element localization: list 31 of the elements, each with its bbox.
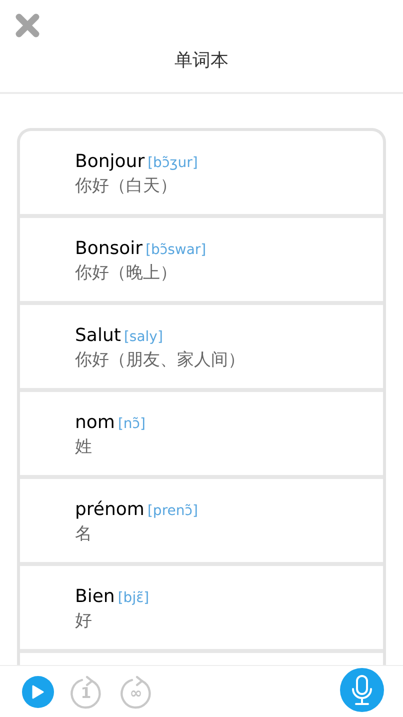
page-title: 单词本 (174, 48, 228, 72)
word-row[interactable]: nom [nɔ̃] 姓 (20, 392, 383, 479)
phonetic-text: [bɔ̃swar] (146, 241, 206, 260)
meaning-text: 你好（朋友、家人间） (75, 349, 246, 372)
word-text: Bien (75, 585, 115, 609)
phonetic-text: [prenɔ̃] (147, 502, 198, 521)
meaning-text: 姓 (75, 436, 93, 459)
play-button[interactable] (22, 676, 54, 708)
close-icon (15, 13, 40, 38)
meaning-text: 你好（晚上） (75, 262, 178, 285)
word-row[interactable]: Bien [bjɛ̃] 好 (20, 566, 383, 653)
close-button[interactable] (14, 12, 41, 39)
word-row[interactable]: Bonjour [bɔ̃ʒur] 你好（白天） (20, 131, 383, 218)
play-icon (32, 684, 44, 698)
word-row[interactable]: prénom [prenɔ̃] 名 (20, 479, 383, 566)
word-text: Bonsoir (75, 237, 143, 261)
word-text: Salut (75, 324, 121, 348)
phonetic-text: [bjɛ̃] (118, 589, 150, 608)
meaning-text: 名 (75, 523, 93, 546)
phonetic-text: [bɔ̃ʒur] (148, 154, 198, 173)
word-row[interactable]: Bonsoir [bɔ̃swar] 你好（晚上） (20, 218, 383, 305)
microphone-button[interactable] (340, 668, 384, 712)
phonetic-text: [nɔ̃] (118, 415, 146, 434)
word-text: Bonjour (75, 150, 145, 174)
word-text: prénom (75, 498, 144, 522)
meaning-text: 好 (75, 610, 93, 633)
microphone-icon (351, 674, 373, 704)
word-row[interactable]: Salut [saly] 你好（朋友、家人间） (20, 305, 383, 392)
word-text: nom (75, 411, 115, 435)
phonetic-text: [saly] (124, 328, 163, 347)
meaning-text: 你好（白天） (75, 175, 178, 198)
